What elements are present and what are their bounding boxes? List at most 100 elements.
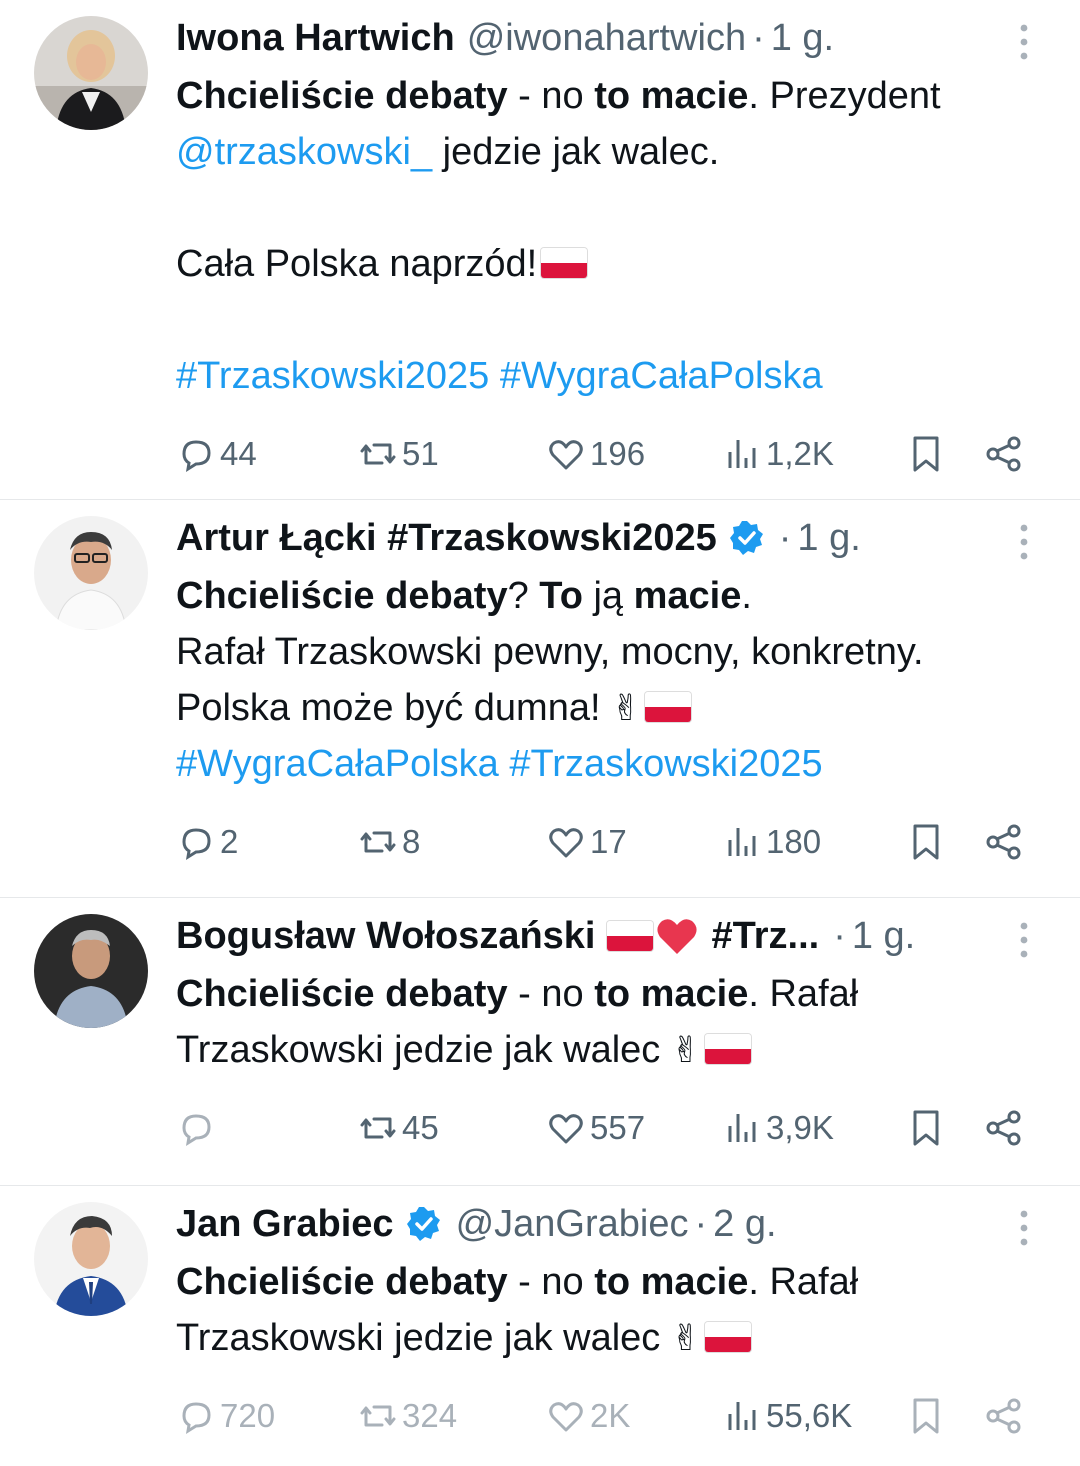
- more-options-button[interactable]: [1012, 522, 1036, 562]
- bold-text: to macie: [594, 1261, 749, 1303]
- share-button[interactable]: [984, 822, 1028, 862]
- vertical-dots-icon: [1020, 524, 1028, 560]
- more-options-button[interactable]: [1012, 22, 1036, 62]
- heart-icon: [549, 440, 583, 470]
- views-button[interactable]: 55,6K: [722, 1396, 852, 1436]
- author-handle[interactable]: @JanGrabiec: [456, 1203, 689, 1246]
- bookmark-button[interactable]: [906, 1108, 950, 1148]
- avatar-image: [34, 1202, 148, 1316]
- share-button[interactable]: [984, 1396, 1028, 1436]
- reply-button[interactable]: 720: [176, 1396, 275, 1436]
- repost-count: 51: [402, 435, 439, 472]
- vertical-dots-icon: [1020, 24, 1028, 60]
- text-span: . Prezydent: [748, 75, 941, 117]
- bar-chart-icon: [728, 828, 756, 856]
- mention-link[interactable]: @trzaskowski_: [176, 131, 432, 173]
- poland-flag-icon: [541, 248, 588, 278]
- avatar-image: [34, 914, 148, 1028]
- vertical-dots-icon: [1020, 922, 1028, 958]
- poland-flag-icon: [607, 921, 654, 951]
- timestamp[interactable]: 1 g.: [852, 915, 915, 958]
- share-icon: [986, 1110, 1021, 1146]
- action-bar: 720 324 2K 55,6K: [176, 1366, 1021, 1462]
- more-options-button[interactable]: [1012, 1208, 1036, 1248]
- hashtag-links[interactable]: #Trzaskowski2025 #WygraCałaPolska: [176, 355, 823, 397]
- views-button[interactable]: 180: [722, 822, 821, 862]
- tweet-header: Iwona Hartwich @iwonahartwich · 1 g.: [176, 14, 1020, 62]
- verified-badge-icon[interactable]: [729, 520, 765, 556]
- heart-icon: [549, 1402, 583, 1432]
- repost-button[interactable]: 8: [358, 822, 420, 862]
- timestamp[interactable]: 2 g.: [713, 1203, 776, 1246]
- text-span: - no: [507, 1261, 595, 1303]
- bold-text: Chcieliście debaty: [176, 973, 508, 1015]
- text-span: . Rafał: [748, 1261, 859, 1303]
- avatar[interactable]: [34, 1202, 148, 1316]
- tweet[interactable]: Jan Grabiec @JanGrabiec · 2 g. Chcieliśc…: [0, 1186, 1080, 1466]
- repost-button[interactable]: 51: [358, 434, 439, 474]
- share-button[interactable]: [984, 1108, 1028, 1148]
- repost-arrows-icon: [360, 1117, 396, 1139]
- view-count: 55,6K: [766, 1397, 853, 1434]
- views-button[interactable]: 1,2K: [722, 434, 834, 474]
- repost-button[interactable]: 324: [358, 1396, 457, 1436]
- avatar[interactable]: [34, 914, 148, 1028]
- heart-icon: [549, 828, 583, 858]
- share-button[interactable]: [984, 434, 1028, 474]
- like-button[interactable]: 196: [546, 434, 645, 474]
- text-span: ?: [507, 575, 540, 617]
- vertical-dots-icon: [1020, 1210, 1028, 1246]
- views-button[interactable]: 3,9K: [722, 1108, 834, 1148]
- repost-button[interactable]: 45: [358, 1108, 439, 1148]
- like-count: 196: [590, 435, 646, 472]
- victory-hand-icon: ✌: [670, 1029, 702, 1070]
- author-name[interactable]: Bogusław Wołoszański: [176, 915, 595, 958]
- timestamp[interactable]: 1 g.: [797, 517, 860, 560]
- tweet[interactable]: Iwona Hartwich @iwonahartwich · 1 g. Chc…: [0, 0, 1080, 500]
- author-handle[interactable]: @iwonahartwich: [467, 17, 746, 60]
- victory-hand-icon: ✌: [670, 1317, 702, 1358]
- repost-count: 45: [402, 1109, 439, 1146]
- avatar[interactable]: [34, 16, 148, 130]
- bookmark-button[interactable]: [906, 434, 950, 474]
- tweet-header: Artur Łącki #Trzaskowski2025 · 1 g.: [176, 514, 1020, 562]
- author-name[interactable]: Iwona Hartwich: [176, 17, 455, 60]
- tweet[interactable]: Artur Łącki #Trzaskowski2025 · 1 g. Chci…: [0, 500, 1080, 898]
- verified-badge-icon[interactable]: [406, 1206, 442, 1242]
- bookmark-icon: [913, 824, 939, 860]
- like-button[interactable]: 2K: [546, 1396, 630, 1436]
- reply-count: 2: [220, 823, 239, 860]
- text-span: Polska może być dumna!: [176, 687, 612, 729]
- more-options-button[interactable]: [1012, 920, 1036, 960]
- like-count: 557: [590, 1109, 646, 1146]
- repost-arrows-icon: [360, 1405, 396, 1427]
- tweet-header: Jan Grabiec @JanGrabiec · 2 g.: [176, 1200, 1020, 1248]
- author-name[interactable]: Artur Łącki #Trzaskowski2025: [176, 517, 717, 560]
- tweet-text: Chcieliście debaty - no to macie. Prezyd…: [176, 68, 1020, 404]
- bookmark-button[interactable]: [906, 822, 950, 862]
- bookmark-button[interactable]: [906, 1396, 950, 1436]
- reply-button[interactable]: 44: [176, 434, 257, 474]
- share-icon: [986, 436, 1021, 472]
- speech-bubble-icon: [182, 440, 211, 473]
- reply-button[interactable]: 2: [176, 822, 238, 862]
- reply-button[interactable]: [176, 1108, 220, 1148]
- author-name-suffix[interactable]: #Trz...: [711, 915, 819, 958]
- avatar[interactable]: [34, 516, 148, 630]
- text-span: - no: [507, 973, 595, 1015]
- hashtag-links[interactable]: #WygraCałaPolska #Trzaskowski2025: [176, 743, 823, 785]
- text-span: Cała Polska naprzód!: [176, 243, 538, 285]
- text-span: Trzaskowski jedzie jak walec: [176, 1029, 671, 1071]
- repost-arrows-icon: [360, 443, 396, 465]
- red-heart-icon: [655, 916, 699, 956]
- timestamp[interactable]: 1 g.: [771, 17, 834, 60]
- text-span: ją: [582, 575, 634, 617]
- avatar-image: [34, 516, 148, 630]
- tweet[interactable]: Bogusław Wołoszański #Trz... · 1 g. Chci…: [0, 898, 1080, 1186]
- like-button[interactable]: 557: [546, 1108, 645, 1148]
- author-name[interactable]: Jan Grabiec: [176, 1203, 394, 1246]
- like-button[interactable]: 17: [546, 822, 627, 862]
- view-count: 3,9K: [766, 1109, 834, 1146]
- bar-chart-icon: [728, 440, 756, 468]
- text-span: jedzie jak walec.: [432, 131, 720, 173]
